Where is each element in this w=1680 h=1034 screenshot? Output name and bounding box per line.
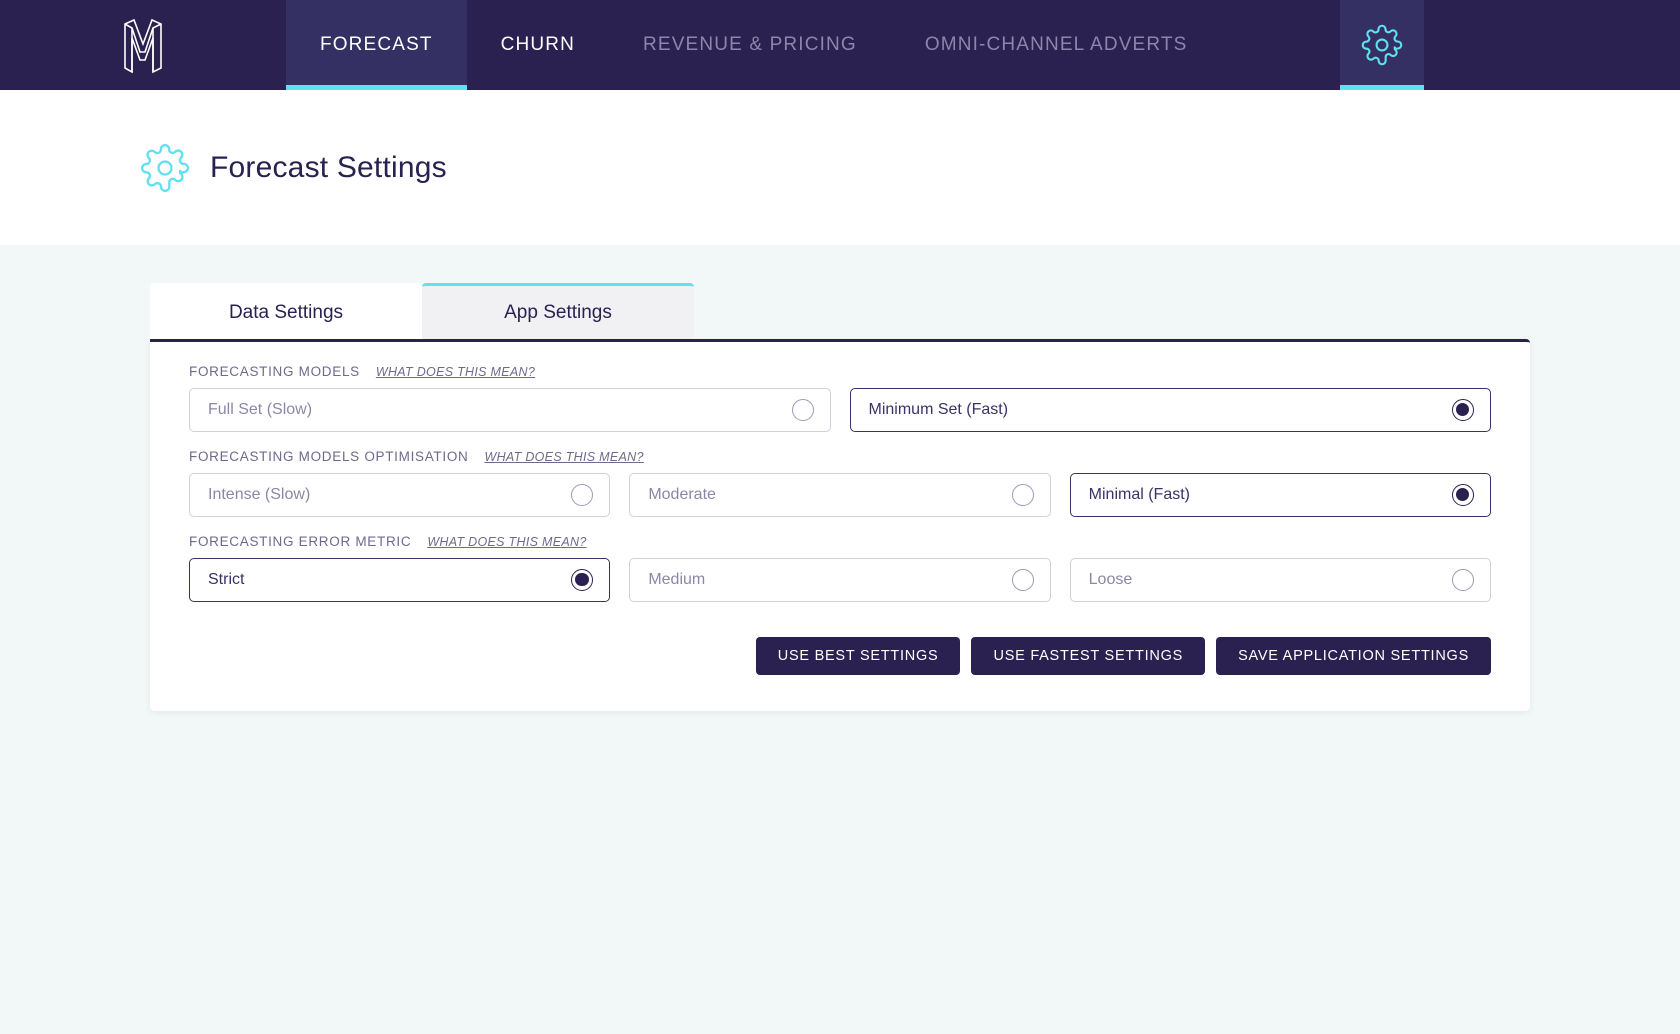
nav-item-label: FORECAST [320, 34, 433, 55]
option-label: Strict [208, 571, 245, 588]
nav-item-omni-channel-adverts[interactable]: OMNI-CHANNEL ADVERTS [891, 0, 1222, 90]
nav-item-forecast[interactable]: FORECAST [286, 0, 467, 90]
main-content-area: Data Settings App Settings FORECASTING M… [0, 245, 1680, 1034]
stacked-m-logo-icon [124, 18, 162, 74]
nav-item-label: CHURN [500, 34, 576, 55]
nav-settings-button[interactable] [1340, 0, 1424, 90]
settings-tabbar: Data Settings App Settings [150, 283, 1530, 339]
radio-icon[interactable] [571, 569, 594, 591]
option-label: Minimal (Fast) [1088, 486, 1190, 503]
section-header-forecasting-models-optimisation: FORECASTING MODELS OPTIMISATION WHAT DOE… [170, 449, 1510, 464]
radio-icon[interactable] [571, 484, 594, 506]
nav-right-filler [1424, 0, 1680, 90]
option-row-forecasting-models: Full Set (Slow) Minimum Set (Fast) [170, 388, 1510, 432]
option-strict[interactable]: Strict [189, 558, 611, 602]
what-does-this-mean-link[interactable]: WHAT DOES THIS MEAN? [376, 365, 535, 379]
radio-icon[interactable] [1452, 399, 1474, 421]
option-loose[interactable]: Loose [1069, 558, 1491, 602]
tab-label: Data Settings [228, 301, 344, 323]
option-medium[interactable]: Medium [629, 558, 1051, 602]
option-label: Loose [1088, 571, 1133, 588]
nav-item-churn[interactable]: CHURN [467, 0, 609, 90]
option-label: Moderate [648, 486, 716, 503]
option-minimum-set-fast[interactable]: Minimum Set (Fast) [849, 388, 1491, 432]
app-logo[interactable] [0, 0, 286, 90]
radio-icon[interactable] [1451, 484, 1474, 506]
nav-item-revenue-and-pricing[interactable]: REVENUE & PRICING [609, 0, 891, 90]
option-label: Full Set (Slow) [208, 401, 313, 418]
page-header: Forecast Settings [0, 90, 1680, 245]
section-header-forecasting-models: FORECASTING MODELS WHAT DOES THIS MEAN? [170, 364, 1510, 379]
nav-item-label: REVENUE & PRICING [643, 34, 857, 55]
option-label: Medium [648, 571, 706, 588]
option-row-forecasting-error-metric: Strict Medium Loose [170, 558, 1510, 602]
option-label: Minimum Set (Fast) [868, 401, 1009, 418]
tab-label: App Settings [504, 301, 612, 323]
tab-data-settings[interactable]: Data Settings [150, 283, 422, 339]
section-label: FORECASTING MODELS [189, 364, 360, 379]
page-title: Forecast Settings [210, 150, 447, 184]
option-label: Intense (Slow) [208, 486, 311, 503]
top-navigation-bar: FORECAST CHURN REVENUE & PRICING OMNI-CH… [0, 0, 1680, 90]
nav-item-label: OMNI-CHANNEL ADVERTS [924, 34, 1188, 55]
gear-icon [1361, 24, 1403, 66]
settings-card-wrapper: Data Settings App Settings FORECASTING M… [150, 283, 1530, 711]
option-row-forecasting-models-optimisation: Intense (Slow) Moderate Minimal (Fast) [170, 473, 1510, 517]
radio-icon[interactable] [1011, 569, 1034, 591]
tab-app-settings[interactable]: App Settings [422, 283, 694, 339]
option-minimal-fast[interactable]: Minimal (Fast) [1069, 473, 1491, 517]
section-label: FORECASTING MODELS OPTIMISATION [189, 449, 469, 464]
use-fastest-settings-button[interactable]: USE FASTEST SETTINGS [971, 637, 1206, 675]
use-best-settings-button[interactable]: USE BEST SETTINGS [755, 637, 961, 675]
what-does-this-mean-link[interactable]: WHAT DOES THIS MEAN? [484, 450, 643, 464]
option-full-set-slow[interactable]: Full Set (Slow) [189, 388, 831, 432]
save-application-settings-button[interactable]: SAVE APPLICATION SETTINGS [1216, 637, 1491, 675]
option-intense-slow[interactable]: Intense (Slow) [189, 473, 611, 517]
page-title-gear-icon [140, 143, 190, 193]
settings-action-bar: USE BEST SETTINGS USE FASTEST SETTINGS S… [170, 619, 1510, 675]
settings-card: FORECASTING MODELS WHAT DOES THIS MEAN? … [150, 339, 1530, 711]
radio-icon[interactable] [1011, 484, 1034, 506]
section-header-forecasting-error-metric: FORECASTING ERROR METRIC WHAT DOES THIS … [170, 534, 1510, 549]
radio-icon[interactable] [791, 399, 814, 421]
what-does-this-mean-link[interactable]: WHAT DOES THIS MEAN? [427, 535, 586, 549]
option-moderate[interactable]: Moderate [629, 473, 1051, 517]
radio-icon[interactable] [1451, 569, 1474, 591]
section-label: FORECASTING ERROR METRIC [189, 534, 412, 549]
